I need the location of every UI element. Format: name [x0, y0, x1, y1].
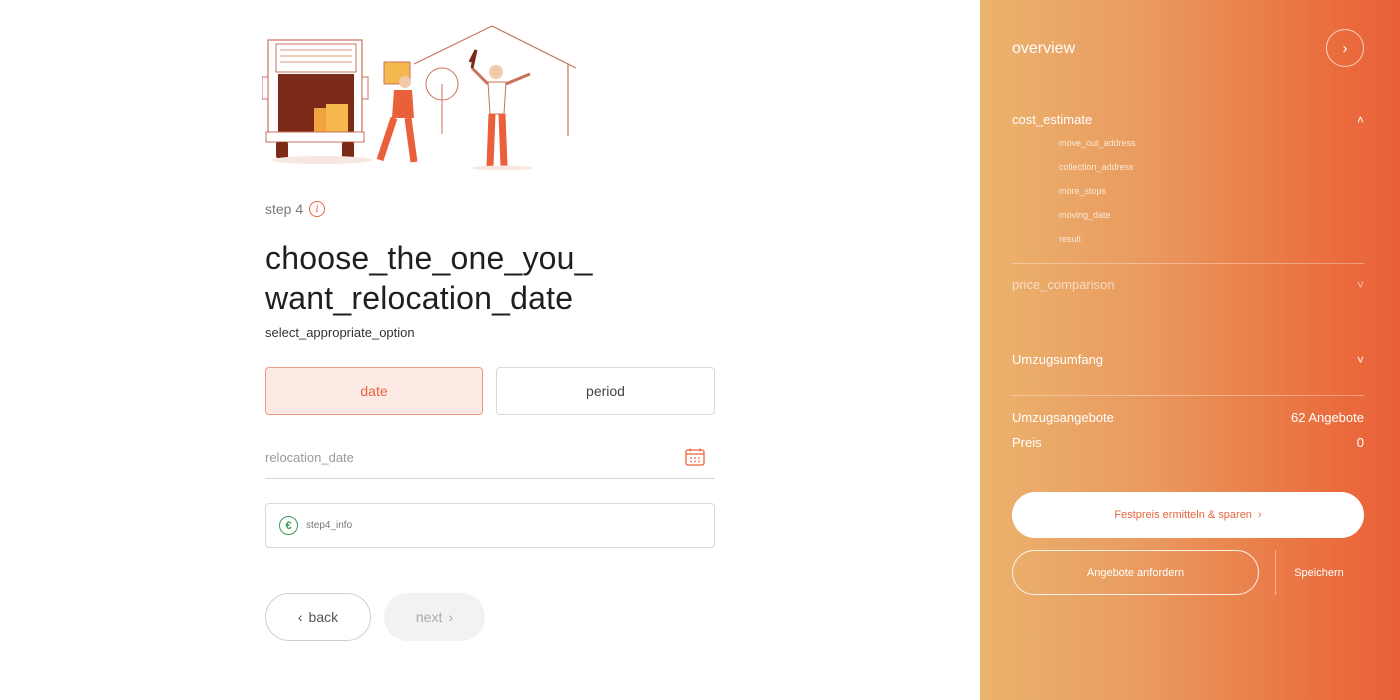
umzugsumfang-section-header[interactable]: Umzugsumfang ˅ — [1012, 352, 1364, 367]
next-button[interactable]: next › — [384, 593, 485, 641]
price-label: Preis — [1012, 435, 1042, 450]
next-label: next — [415, 609, 443, 625]
cost-estimate-section-header[interactable]: cost_estimate ˄ — [1012, 112, 1364, 127]
price-comparison-section-header[interactable]: price_comparison ˅ — [1012, 277, 1364, 292]
chevron-right-icon: › — [1342, 39, 1348, 57]
back-button[interactable]: ‹ back — [265, 593, 371, 641]
sub-item-collection-address[interactable]: collection_address — [1059, 162, 1134, 172]
step-indicator: step 4 i — [265, 201, 326, 217]
panel-toggle-button[interactable]: › — [1326, 29, 1364, 67]
chevron-left-icon: ‹ — [297, 609, 303, 625]
sub-item-result[interactable]: result — [1059, 234, 1081, 244]
chevron-up-icon: ˄ — [1356, 112, 1364, 127]
moving-illustration — [262, 25, 577, 170]
request-offers-button[interactable]: Angebote anfordern — [1012, 550, 1259, 595]
period-option-button[interactable]: period — [496, 367, 715, 415]
page-subtitle: select_appropriate_option — [265, 325, 415, 340]
page-title: choose_the_one_you_ want_relocation_date — [265, 240, 593, 316]
cost-estimate-label: cost_estimate — [1012, 112, 1093, 127]
divider — [1012, 395, 1364, 396]
back-label: back — [308, 609, 339, 625]
save-button[interactable]: Speichern — [1276, 550, 1362, 595]
offers-row: Umzugsangebote 62 Angebote — [1012, 410, 1364, 425]
step-label: step 4 — [265, 201, 304, 217]
offers-value: 62 Angebote — [1290, 410, 1364, 425]
chevron-down-icon: ˅ — [1356, 277, 1364, 292]
step-info-text: step4_info — [306, 520, 353, 531]
festpreis-button[interactable]: Festpreis ermitteln & sparen › — [1012, 492, 1364, 538]
calendar-icon[interactable] — [685, 448, 705, 466]
offers-label: Umzugsangebote — [1012, 410, 1114, 425]
step-info-box: € step4_info — [265, 503, 715, 548]
price-value: 0 — [1356, 435, 1364, 450]
sub-item-move-out-address[interactable]: move_out_address — [1059, 138, 1136, 148]
chevron-down-icon: ˅ — [1356, 352, 1364, 367]
divider — [1012, 263, 1364, 264]
umzugsumfang-label: Umzugsumfang — [1012, 352, 1104, 367]
info-icon[interactable]: i — [309, 201, 326, 217]
chevron-right-icon: › — [448, 609, 454, 625]
euro-icon: € — [279, 516, 298, 535]
overview-title: overview — [1012, 40, 1076, 57]
relocation-date-input[interactable] — [265, 449, 645, 465]
sub-item-moving-date[interactable]: moving_date — [1059, 210, 1111, 220]
festpreis-label: Festpreis ermitteln & sparen — [1114, 509, 1252, 521]
price-comparison-label: price_comparison — [1012, 277, 1115, 292]
sub-item-more-stops[interactable]: more_stops — [1059, 186, 1106, 196]
price-row: Preis 0 — [1012, 435, 1364, 450]
date-option-button[interactable]: date — [265, 367, 483, 415]
main-content: step 4 i choose_the_one_you_ want_reloca… — [0, 0, 980, 700]
overview-panel: overview › cost_estimate ˄ move_out_addr… — [980, 0, 1400, 700]
chevron-right-icon: › — [1257, 509, 1262, 521]
relocation-date-field[interactable] — [265, 436, 715, 479]
